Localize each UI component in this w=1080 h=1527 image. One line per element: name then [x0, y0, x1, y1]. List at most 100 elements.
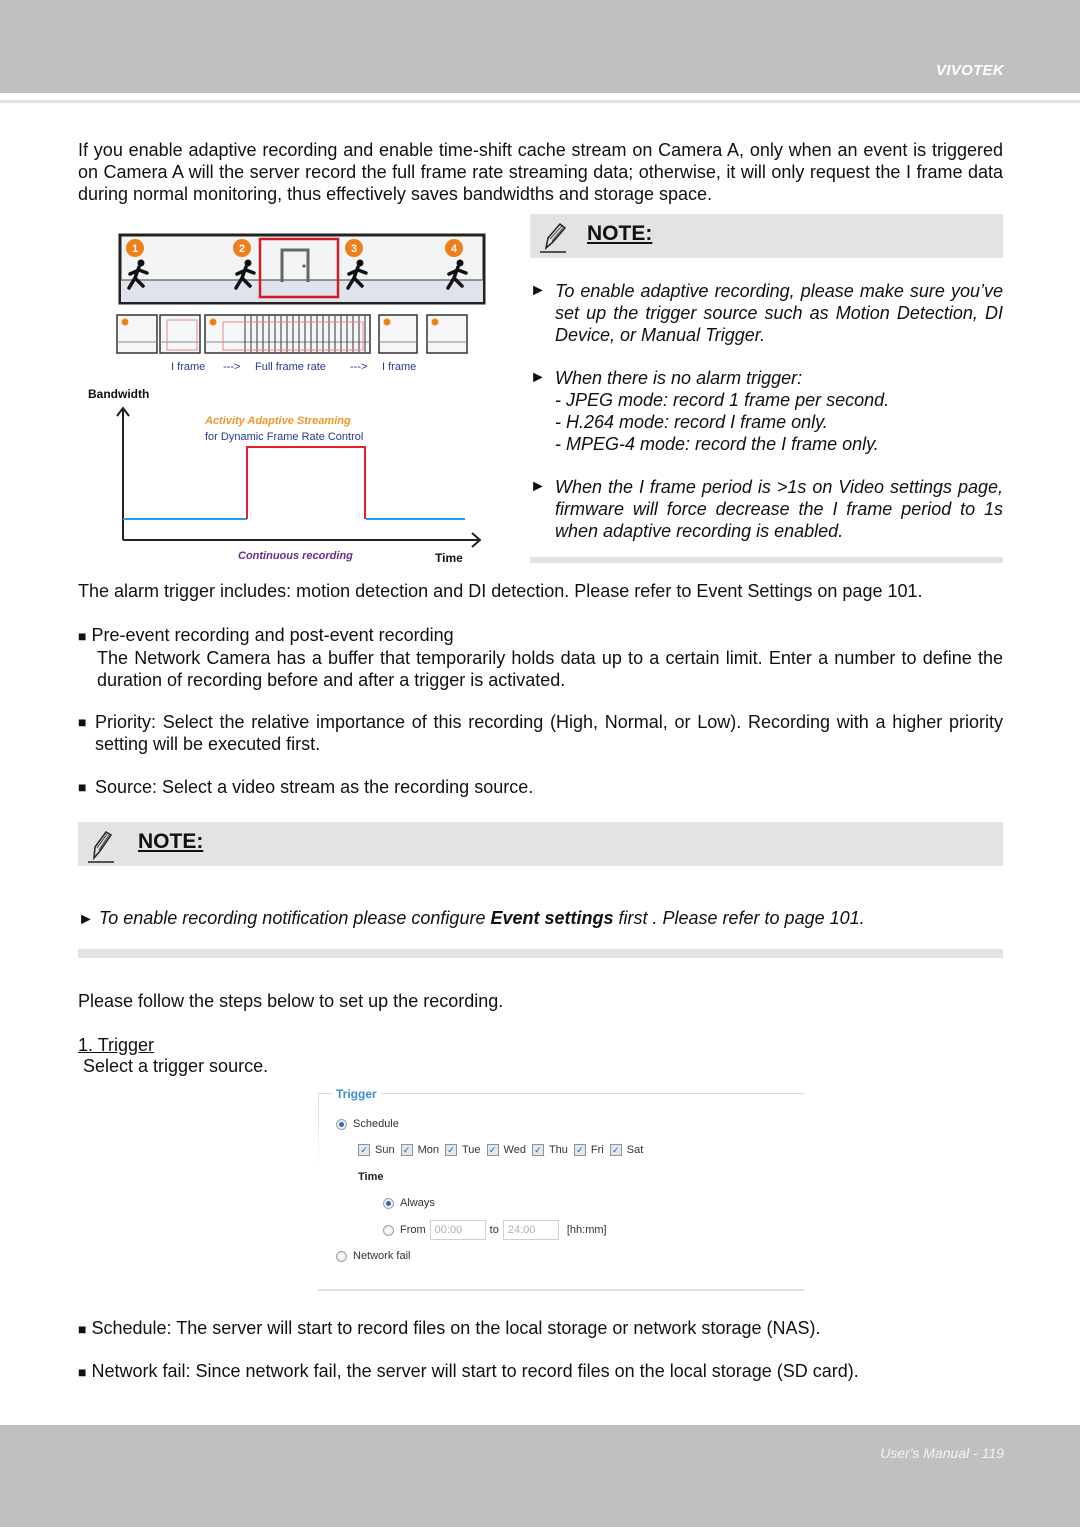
header-divider — [0, 100, 1080, 103]
bullet-text: Priority: Select the relative importance… — [95, 712, 1003, 754]
alarm-trigger-text: The alarm trigger includes: motion detec… — [78, 581, 923, 601]
note-footer-bar — [78, 949, 1003, 958]
checkbox[interactable]: ✓ — [358, 1144, 370, 1156]
pencil-icon — [540, 222, 567, 253]
from-label: From — [400, 1224, 426, 1236]
arrow-bullet-icon: ► — [78, 911, 94, 928]
trigger-panel: Trigger Schedule ✓ Sun ✓ Mon ✓ Tue ✓ Wed ✓ Thu ✓ Fr… — [318, 1087, 804, 1291]
bullet-priority: ■ Priority: Select the relative importan… — [78, 711, 1003, 755]
day-label: Sun — [375, 1144, 395, 1156]
svg-text:3: 3 — [351, 243, 357, 255]
schedule-label: Schedule — [353, 1118, 399, 1130]
note-item-text: To enable adaptive recording, please mak… — [555, 281, 1003, 345]
note-header: NOTE: — [78, 822, 1003, 866]
checkbox[interactable]: ✓ — [400, 1144, 413, 1156]
bullet-source: ■ Source: Select a video stream as the r… — [78, 776, 1003, 798]
event-pulse — [246, 446, 366, 519]
figure-svg: 1 2 3 4 I frame ---> Full frame rate ---> I… — [88, 233, 486, 565]
bullet-schedule: ■ Schedule: The server will start to rec… — [78, 1317, 1008, 1340]
steps-intro: Please follow the steps below to set up … — [78, 991, 504, 1011]
frame-arrow-1: ---> — [223, 361, 240, 373]
y-axis-label: Bandwidth — [88, 387, 149, 401]
panel-border-bottom — [318, 1289, 804, 1291]
step-badge-1: 1 — [126, 239, 144, 257]
note-subitem: - JPEG mode: record 1 frame per second. — [555, 390, 890, 410]
square-bullet-icon: ■ — [78, 628, 87, 644]
day-label: Tue — [461, 1144, 481, 1156]
arrow-bullet-icon: ► — [530, 369, 546, 386]
checkbox[interactable]: ✓ — [444, 1144, 457, 1156]
note-item: ► To enable recording notification pleas… — [78, 907, 1008, 931]
panel-border-top — [318, 1093, 804, 1094]
always-label: Always — [400, 1197, 435, 1209]
svg-text:4: 4 — [451, 243, 458, 255]
square-bullet-icon: ■ — [78, 714, 87, 730]
frame-label-left: I frame — [171, 361, 205, 373]
x-axis-label: Time — [435, 551, 463, 565]
frame-label-middle: Full frame rate — [255, 361, 326, 373]
svg-text:2: 2 — [239, 243, 245, 255]
step-badge-3: 3 — [345, 239, 363, 257]
network-fail-label: Network fail — [353, 1250, 411, 1262]
day-checkbox-fri[interactable]: ✓ Fri — [573, 1144, 604, 1156]
note-title: NOTE: — [138, 830, 204, 853]
checkbox[interactable]: ✓ — [486, 1144, 499, 1156]
checkbox[interactable]: ✓ — [573, 1144, 586, 1156]
day-checkbox-sat[interactable]: ✓ Sat — [609, 1144, 644, 1156]
step-badge-4: 4 — [445, 239, 463, 257]
frame-label-right: I frame — [382, 361, 416, 373]
thumb-step-badge — [121, 318, 129, 326]
network-fail-radio[interactable]: Network fail — [336, 1250, 410, 1262]
thumb-step-badge — [383, 318, 391, 326]
svg-text:1: 1 — [132, 243, 138, 255]
square-bullet-icon: ■ — [78, 1321, 87, 1337]
arrow-bullet-icon: ► — [530, 282, 546, 299]
radio-button[interactable] — [383, 1197, 394, 1209]
day-label: Fri — [590, 1144, 604, 1156]
note-text-after: first . Please refer to page 101. — [613, 908, 865, 928]
day-label: Sat — [626, 1144, 644, 1156]
bullet-text: Network fail: Since network fail, the se… — [91, 1361, 859, 1381]
note-subitem: - H.264 mode: record I frame only. — [555, 412, 828, 432]
schedule-radio[interactable]: Schedule — [336, 1118, 399, 1130]
bullet-pre-event: ■ Pre-event recording and post-event rec… — [78, 624, 1003, 691]
day-checkbox-thu[interactable]: ✓ Thu — [531, 1144, 568, 1156]
always-radio[interactable]: Always — [383, 1197, 435, 1209]
intro-paragraph: If you enable adaptive recording and ena… — [78, 140, 1003, 204]
from-range-row: From to [hh:mm] — [383, 1220, 607, 1240]
day-label: Mon — [417, 1144, 439, 1156]
step-badge-2: 2 — [233, 239, 251, 257]
day-checkbox-sun[interactable]: ✓ Sun — [358, 1144, 395, 1156]
checkbox[interactable]: ✓ — [609, 1144, 622, 1156]
panel-legend: Trigger — [332, 1087, 381, 1101]
from-time-input[interactable] — [429, 1220, 486, 1240]
note-text-before: To enable recording notification please … — [98, 908, 491, 928]
day-checkbox-tue[interactable]: ✓ Tue — [444, 1144, 481, 1156]
bullet-body: The Network Camera has a buffer that tem… — [97, 648, 1003, 690]
day-label: Thu — [548, 1144, 568, 1156]
baseline-label: Continuous recording — [238, 550, 353, 562]
thumb-step-badge — [431, 318, 439, 326]
bullet-text: Source: Select a video stream as the rec… — [95, 777, 534, 797]
checkbox[interactable]: ✓ — [531, 1144, 544, 1156]
frame-thumbnail — [159, 314, 201, 354]
from-radio[interactable] — [383, 1224, 394, 1236]
bullet-text: Schedule: The server will start to recor… — [91, 1318, 821, 1338]
page-number: User's Manual - 119 — [880, 1445, 1004, 1461]
arrow-bullet-icon: ► — [530, 478, 546, 495]
day-checkbox-mon[interactable]: ✓ Mon — [400, 1144, 439, 1156]
step-description: Select a trigger source. — [83, 1056, 269, 1076]
square-bullet-icon: ■ — [78, 1364, 87, 1380]
day-checkbox-wed[interactable]: ✓ Wed — [486, 1144, 526, 1156]
note-footer-bar — [530, 557, 1003, 563]
brand-logo: VIVOTEK — [936, 62, 1004, 79]
door-knob — [302, 264, 306, 268]
to-time-input[interactable] — [502, 1220, 559, 1240]
pencil-icon — [88, 831, 114, 863]
radio-button[interactable] — [336, 1250, 347, 1262]
day-label: Wed — [503, 1144, 526, 1156]
note-item: ► When there is no alarm trigger: - JPEG… — [530, 367, 1003, 455]
scene-floor — [121, 280, 483, 302]
radio-button[interactable] — [336, 1118, 347, 1130]
page-footer: User's Manual - 119 — [0, 1425, 1080, 1527]
